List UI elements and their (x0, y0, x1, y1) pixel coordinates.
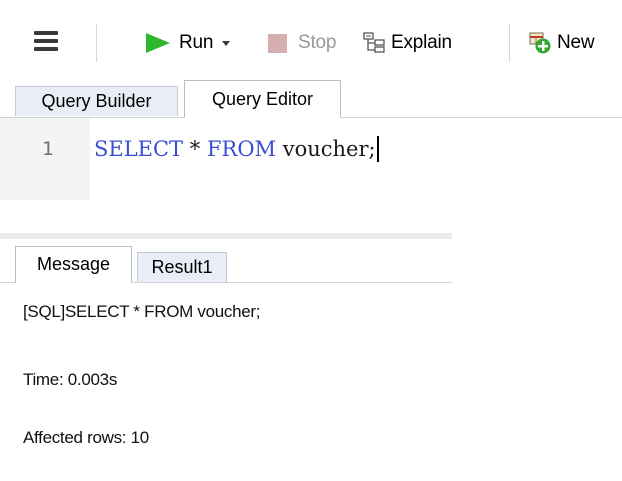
query-toolbar: Run Stop Explain New (0, 0, 622, 78)
stop-icon (268, 33, 287, 53)
toolbar-separator (96, 24, 97, 62)
navicat-query-window: Run Stop Explain New Query Builder Query… (0, 0, 622, 481)
tab-result1-label: Result1 (151, 257, 213, 277)
result-panel: Message Result1 [SQL]SELECT * FROM vouch… (0, 200, 622, 481)
result-tab-divider-gap (16, 282, 131, 283)
tab-result1[interactable]: Result1 (137, 252, 227, 282)
text-cursor (376, 136, 379, 162)
keyword-from: FROM (206, 137, 277, 161)
tab-query-editor[interactable]: Query Editor (184, 80, 341, 118)
play-icon (146, 33, 170, 53)
tab-query-builder[interactable]: Query Builder (15, 86, 178, 116)
tab-query-builder-label: Query Builder (41, 91, 152, 111)
code-star: * (183, 137, 207, 161)
new-label: New (557, 32, 595, 53)
sql-editor[interactable]: 1 SELECT * FROM voucher; (0, 118, 622, 200)
explain-button[interactable]: Explain (363, 30, 452, 56)
panel-splitter[interactable] (0, 233, 452, 239)
editor-tab-bar: Query Builder Query Editor (0, 80, 622, 118)
tab-message-label: Message (36, 254, 111, 274)
code-line[interactable]: SELECT * FROM voucher; (94, 136, 379, 162)
menu-hamburger-icon[interactable] (34, 30, 58, 52)
run-label: Run (179, 32, 214, 53)
new-table-plus-icon (529, 32, 551, 54)
stop-button[interactable]: Stop (268, 30, 336, 56)
line-number: 1 (42, 138, 54, 160)
tab-query-editor-label: Query Editor (211, 89, 314, 109)
chevron-down-icon[interactable] (222, 40, 231, 46)
code-table-name: voucher; (276, 137, 376, 161)
toolbar-separator (509, 24, 510, 62)
message-affected-rows: Affected rows: 10 (23, 428, 149, 447)
run-button[interactable]: Run (146, 30, 231, 56)
new-query-button[interactable]: New (528, 30, 595, 56)
explain-label: Explain (391, 32, 452, 53)
explain-tree-icon (363, 32, 385, 53)
message-time: Time: 0.003s (23, 370, 118, 389)
message-sql: [SQL]SELECT * FROM voucher; (23, 302, 261, 321)
stop-label: Stop (298, 32, 337, 53)
tab-message[interactable]: Message (15, 246, 132, 282)
keyword-select: SELECT (94, 137, 184, 161)
